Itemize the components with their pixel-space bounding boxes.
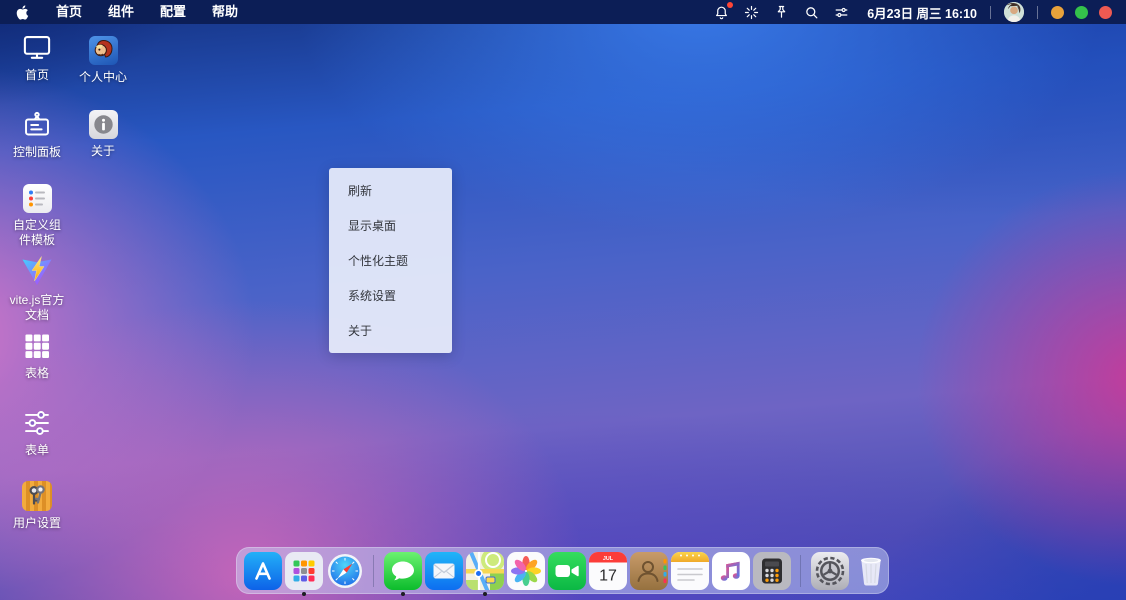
notification-badge — [727, 1, 734, 8]
dock-launchpad-icon[interactable] — [284, 551, 323, 596]
menubar-separator — [1037, 5, 1038, 19]
desktop-icon-custom-widget-template[interactable]: 自定义组件模板 — [6, 184, 68, 248]
calendar-month: JUL — [602, 555, 613, 561]
dock-mail-icon[interactable] — [424, 551, 463, 590]
desktop-icon-label: 关于 — [90, 144, 115, 158]
desktop-icon-about[interactable]: 关于 — [72, 110, 134, 159]
menu-home[interactable]: 首页 — [45, 0, 93, 24]
search-icon[interactable] — [803, 4, 820, 21]
menu-config[interactable]: 配置 — [149, 0, 197, 24]
context-menu-item-system-settings[interactable]: 系统设置 — [329, 278, 452, 313]
desktop-icon-home[interactable]: 首页 — [6, 33, 68, 83]
dock-photos-icon[interactable] — [506, 551, 545, 590]
grid-icon — [22, 331, 52, 361]
running-indicator — [301, 591, 306, 596]
menu-help[interactable]: 帮助 — [201, 0, 249, 24]
desktop-icon-table[interactable]: 表格 — [6, 331, 68, 381]
dock-app-store-icon[interactable] — [243, 551, 282, 590]
menubar-separator — [990, 5, 991, 19]
context-menu-item-personalize-theme[interactable]: 个性化主题 — [329, 243, 452, 278]
pin-icon[interactable] — [773, 4, 790, 21]
info-icon — [88, 110, 118, 139]
context-menu-item-about[interactable]: 关于 — [329, 313, 452, 348]
dock-safari-icon[interactable] — [326, 552, 364, 590]
monitor-icon — [22, 33, 52, 63]
context-menu-item-refresh[interactable]: 刷新 — [329, 173, 452, 208]
desktop-icon-vite-docs[interactable]: vite.js官方文档 — [6, 254, 68, 323]
control-center-icon[interactable] — [833, 4, 850, 21]
reminders-list-icon — [22, 184, 52, 213]
monkey-avatar-icon — [88, 36, 118, 65]
desktop-icon-label: 个人中心 — [78, 70, 127, 84]
calendar-day: 17 — [599, 567, 617, 584]
desktop-icon-label: 表格 — [24, 366, 49, 380]
running-indicator — [482, 591, 487, 596]
desktop-icon-label: 表单 — [24, 443, 49, 457]
desktop-icon-label: 自定义组件模板 — [12, 218, 61, 247]
desktop-context-menu: 刷新 显示桌面 个性化主题 系统设置 关于 — [329, 168, 452, 353]
dock: JUL 17 — [236, 547, 890, 596]
sparkle-icon[interactable] — [743, 4, 760, 21]
dock-messages-icon[interactable] — [383, 551, 422, 596]
context-menu-item-show-desktop[interactable]: 显示桌面 — [329, 208, 452, 243]
desktop-icon-label: 用户设置 — [12, 516, 61, 530]
running-indicator — [400, 591, 405, 596]
dock-divider — [800, 554, 801, 587]
desktop-icon-user-settings[interactable]: 用户设置 — [6, 481, 68, 531]
desktop-icon-form[interactable]: 表单 — [6, 408, 68, 458]
dock-calendar-icon[interactable]: JUL 17 — [588, 551, 627, 590]
traffic-light-red[interactable] — [1099, 5, 1112, 19]
dock-trash-icon[interactable] — [852, 552, 890, 590]
dock-notes-icon[interactable] — [670, 551, 709, 590]
dock-music-icon[interactable] — [711, 551, 750, 590]
traffic-light-green[interactable] — [1075, 5, 1088, 19]
desktop-icon-label: vite.js官方文档 — [9, 293, 65, 322]
menubar-clock[interactable]: 6月23日 周三 16:10 — [867, 3, 977, 22]
dock-maps-icon[interactable] — [465, 551, 504, 596]
keychain-icon — [22, 481, 52, 511]
control-board-icon — [22, 110, 52, 140]
menu-components[interactable]: 组件 — [97, 0, 145, 24]
desktop: 首页 组件 配置 帮助 6月23日 周三 16:10 首页 个人中心 控制面板 … — [0, 0, 1126, 600]
dock-contacts-icon[interactable] — [629, 551, 668, 590]
apple-logo-icon[interactable] — [14, 4, 31, 21]
sliders-icon — [22, 408, 52, 438]
dock-settings-icon[interactable] — [810, 551, 849, 590]
dock-calculator-icon[interactable] — [752, 551, 791, 590]
vite-logo-icon — [20, 254, 54, 288]
user-avatar[interactable] — [1004, 2, 1024, 22]
desktop-icon-control-panel[interactable]: 控制面板 — [6, 110, 68, 160]
desktop-icon-label: 首页 — [24, 68, 49, 82]
desktop-icon-label: 控制面板 — [12, 145, 61, 159]
dock-facetime-icon[interactable] — [547, 551, 586, 590]
traffic-light-yellow[interactable] — [1051, 5, 1064, 19]
bell-icon[interactable] — [713, 1, 734, 21]
menu-bar: 首页 组件 配置 帮助 6月23日 周三 16:10 — [0, 0, 1126, 24]
dock-divider — [373, 554, 374, 587]
desktop-icon-profile[interactable]: 个人中心 — [72, 36, 134, 85]
